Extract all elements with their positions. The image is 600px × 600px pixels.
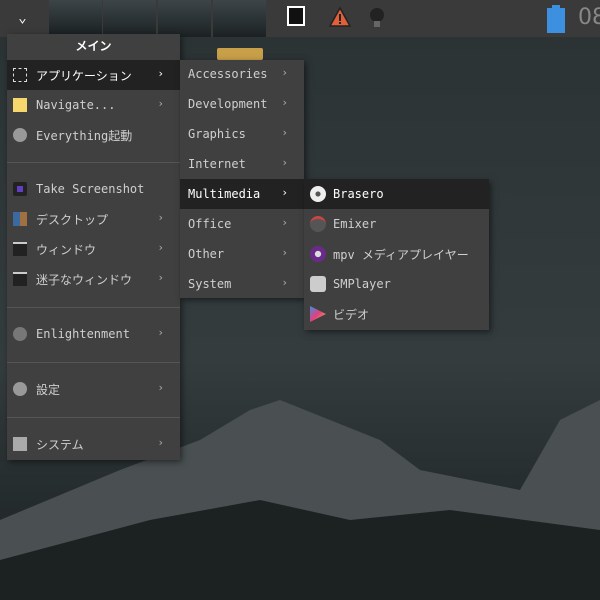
lightbulb-icon[interactable] xyxy=(368,6,386,30)
menu-separator xyxy=(7,307,180,308)
gear-icon xyxy=(13,382,27,396)
chevron-right-icon: › xyxy=(157,241,164,254)
menu-item-label: システム xyxy=(36,437,84,452)
menu-item-label: Development xyxy=(188,97,268,111)
pager-desk-1[interactable] xyxy=(49,0,102,37)
chevron-right-icon: › xyxy=(281,216,288,229)
menu-item-label: Accessories xyxy=(188,67,268,81)
menu-item-label: 迷子なウィンドウ xyxy=(36,272,133,287)
chevron-right-icon: › xyxy=(157,381,164,394)
menu-item-label: デスクトップ xyxy=(36,212,109,227)
menu-item-label: mpv メディアプレイヤー xyxy=(333,247,469,262)
menu-item-label: ウィンドウ xyxy=(36,242,97,257)
chevron-right-icon: › xyxy=(281,96,288,109)
menu-item-label: Graphics xyxy=(188,127,246,141)
app-category-internet[interactable]: Internet › xyxy=(180,149,304,179)
app-category-office[interactable]: Office › xyxy=(180,209,304,239)
window-icon xyxy=(13,242,27,256)
folder-icon xyxy=(13,98,27,112)
applications-icon xyxy=(13,68,27,82)
chevron-right-icon: › xyxy=(281,276,288,289)
multimedia-app-item[interactable]: SMPlayer xyxy=(304,269,489,299)
main-menu-item[interactable]: Navigate... › xyxy=(7,90,180,120)
menu-item-label: Multimedia xyxy=(188,187,261,201)
menu-item-label: System xyxy=(188,277,232,291)
applications-submenu: Accessories › Development › Graphics › Interne… xyxy=(180,60,304,298)
main-menu-item[interactable]: デスクトップ › xyxy=(7,204,180,234)
chevron-right-icon: › xyxy=(157,271,164,284)
main-menu-item[interactable]: Enlightenment › xyxy=(7,319,180,349)
main-menu: メイン アプリケーション › Navigate... › Everything起動 Tak… xyxy=(7,34,180,460)
chevron-right-icon: › xyxy=(157,67,164,80)
warning-icon[interactable] xyxy=(329,6,351,28)
pager-desk-4[interactable] xyxy=(213,0,266,37)
enlightenment-icon xyxy=(13,327,27,341)
disc-icon xyxy=(310,186,326,202)
camera-icon xyxy=(13,182,27,196)
app-category-accessories[interactable]: Accessories › xyxy=(180,59,304,89)
main-menu-button[interactable]: ⌄ xyxy=(0,0,45,37)
app-category-other[interactable]: Other › xyxy=(180,239,304,269)
smplayer-icon xyxy=(310,276,326,292)
main-menu-item[interactable]: 設定 › xyxy=(7,374,180,404)
menu-item-label: アプリケーション xyxy=(36,68,132,83)
main-menu-item[interactable]: ウィンドウ › xyxy=(7,234,180,264)
menu-item-label: Brasero xyxy=(333,187,384,201)
app-category-multimedia[interactable]: Multimedia › xyxy=(180,179,304,209)
main-menu-item[interactable]: アプリケーション › xyxy=(7,60,180,90)
menu-item-label: Emixer xyxy=(333,217,377,231)
video-icon xyxy=(310,306,326,322)
multimedia-app-item[interactable]: Brasero xyxy=(304,179,489,209)
chevron-right-icon: › xyxy=(281,126,288,139)
menu-separator xyxy=(7,162,180,163)
menu-item-label: Take Screenshot xyxy=(36,182,145,196)
pager-desk-3[interactable] xyxy=(158,0,211,37)
menu-item-label: Navigate... xyxy=(36,98,116,112)
mpv-icon xyxy=(310,246,326,262)
main-menu-item[interactable]: システム › xyxy=(7,429,180,459)
multimedia-submenu: Brasero Emixer mpv メディアプレイヤー SMPlayer ビデオ xyxy=(304,179,489,330)
menu-item-label: Other xyxy=(188,247,225,261)
main-menu-item[interactable]: Everything起動 xyxy=(7,120,180,150)
menu-item-label: Office xyxy=(188,217,232,231)
terminal-icon[interactable] xyxy=(287,6,305,26)
clock[interactable]: 08 xyxy=(578,5,600,30)
battery-icon[interactable] xyxy=(547,5,565,33)
menu-item-label: Enlightenment xyxy=(36,327,130,341)
computer-icon xyxy=(13,437,27,451)
lost-window-icon xyxy=(13,272,27,286)
app-category-system[interactable]: System › xyxy=(180,269,304,299)
menu-separator xyxy=(7,417,180,418)
menu-item-label: Everything起動 xyxy=(36,128,133,143)
menu-item-label: ビデオ xyxy=(333,307,370,322)
chevron-right-icon: › xyxy=(281,156,288,169)
top-shelf: ⌄ 08 xyxy=(0,0,600,37)
chevron-right-icon: › xyxy=(281,186,288,199)
menu-item-label: 設定 xyxy=(36,382,61,397)
multimedia-app-item[interactable]: Emixer xyxy=(304,209,489,239)
main-menu-title: メイン xyxy=(75,39,112,53)
chevron-right-icon: › xyxy=(157,211,164,224)
main-menu-item[interactable]: 迷子なウィンドウ › xyxy=(7,264,180,294)
menu-item-label: SMPlayer xyxy=(333,277,391,291)
app-category-graphics[interactable]: Graphics › xyxy=(180,119,304,149)
chevron-right-icon: › xyxy=(157,326,164,339)
app-category-development[interactable]: Development › xyxy=(180,89,304,119)
chevron-down-icon: ⌄ xyxy=(18,10,27,26)
main-menu-item[interactable]: Take Screenshot xyxy=(7,174,180,204)
chevron-right-icon: › xyxy=(281,246,288,259)
mixer-icon xyxy=(310,216,326,232)
menu-item-label: Internet xyxy=(188,157,246,171)
chevron-right-icon: › xyxy=(157,436,164,449)
multimedia-app-item[interactable]: ビデオ xyxy=(304,299,489,329)
chevron-right-icon: › xyxy=(157,97,164,110)
chevron-right-icon: › xyxy=(281,66,288,79)
multimedia-app-item[interactable]: mpv メディアプレイヤー xyxy=(304,239,489,269)
desktop-icon xyxy=(13,212,27,226)
menu-separator xyxy=(7,362,180,363)
pager-desk-2[interactable] xyxy=(103,0,156,37)
gear-icon xyxy=(13,128,27,142)
